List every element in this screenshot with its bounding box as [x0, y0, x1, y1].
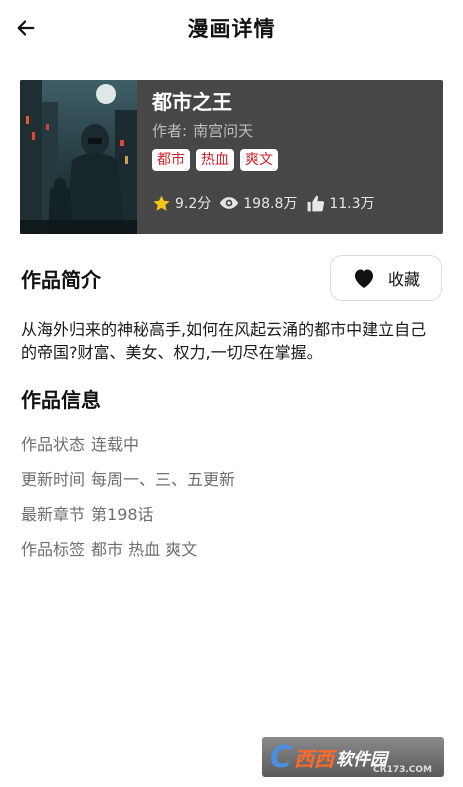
tag-badge[interactable]: 爽文	[240, 149, 278, 171]
rating-stat: 9.2分	[151, 193, 211, 213]
info-label: 作品状态	[21, 435, 86, 454]
author-name: 南宫问天	[193, 122, 254, 140]
likes-stat: 11.3万	[305, 193, 375, 213]
info-label: 更新时间	[21, 470, 86, 489]
intro-section-title: 作品简介	[21, 268, 101, 292]
rating-value: 9.2分	[175, 196, 212, 212]
thumbs-up-icon	[305, 193, 325, 213]
tag-badge[interactable]: 都市	[152, 149, 190, 171]
eye-icon	[219, 193, 239, 213]
tag-badge[interactable]: 热血	[196, 149, 234, 171]
comic-cover-image[interactable]	[20, 80, 137, 234]
info-row-update-time: 更新时间 每周一、三、五更新	[21, 466, 235, 490]
watermark-url: CR173.COM	[373, 765, 432, 775]
favorite-label: 收藏	[387, 270, 420, 289]
arrow-left-icon	[17, 20, 35, 36]
comic-author: 作者: 南宫问天	[152, 120, 253, 141]
star-icon	[151, 193, 171, 213]
info-section-title: 作品信息	[21, 388, 101, 412]
page-title: 漫画详情	[187, 17, 276, 41]
comic-info-card: 都市之王 作者: 南宫问天 都市 热血 爽文 9.2分 198.8万 11.3万	[20, 80, 443, 234]
info-value: 连载中	[91, 435, 140, 454]
info-value: 第198话	[91, 505, 154, 524]
info-label: 作品标签	[21, 540, 86, 559]
top-bar: 漫画详情	[0, 0, 463, 56]
intro-text: 从海外归来的神秘高手,如何在风起云涌的都市中建立自己的帝国?财富、美女、权力,一…	[21, 320, 427, 362]
views-value: 198.8万	[243, 196, 298, 212]
author-label: 作者:	[152, 122, 188, 140]
logo-icon: C	[270, 739, 293, 775]
likes-value: 11.3万	[329, 196, 375, 212]
info-value: 每周一、三、五更新	[91, 470, 236, 489]
back-button[interactable]	[12, 14, 40, 42]
views-stat: 198.8万	[219, 193, 297, 213]
heart-icon	[352, 267, 376, 289]
comic-title: 都市之王	[152, 90, 232, 114]
info-row-latest-chapter: 最新章节 第198话	[21, 501, 154, 525]
watermark-brand: 西西	[294, 746, 335, 771]
comic-stats: 9.2分 198.8万 11.3万	[151, 193, 383, 213]
info-row-tags: 作品标签 都市 热血 爽文	[21, 536, 197, 560]
site-watermark-logo: C 西西 软件园 CR173.COM	[262, 737, 444, 777]
favorite-button[interactable]: 收藏	[330, 255, 442, 301]
comic-tags: 都市 热血 爽文	[152, 149, 278, 171]
info-value: 都市 热血 爽文	[91, 540, 198, 559]
info-row-status: 作品状态 连载中	[21, 431, 139, 455]
info-label: 最新章节	[21, 505, 86, 524]
